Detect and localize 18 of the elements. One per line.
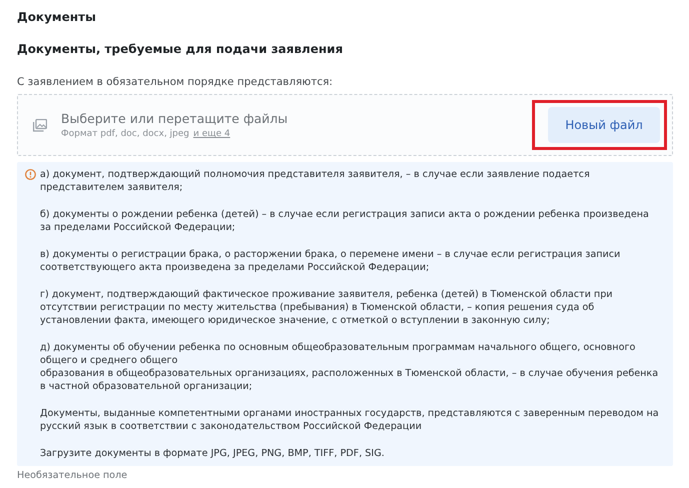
info-paragraph: в) документы о регистрации брака, о расторжении брака, о перемене имени – в случае если регистрация записи соответствующего акта произведена за пределами Российской Федерации;: [40, 248, 622, 274]
group-title: Документы, требуемые для подачи заявления: [17, 42, 344, 56]
warning-icon: [25, 169, 36, 180]
format-hint: Формат pdf, doc, docx, jpeg: [61, 129, 190, 139]
optional-hint: Необязательное поле: [17, 470, 128, 481]
more-formats-link[interactable]: и еще 4: [193, 129, 230, 139]
info-paragraph: б) документы о рождении ребенка (детей) – в случае если регистрация записи акта о рождении ребенка произведена за пределами Российской Федерации;: [40, 208, 650, 234]
section-title: Документы: [17, 10, 97, 24]
info-paragraph: Загрузите документы в формате JPG, JPEG, PNG, BMP, TIFF, PDF, SIG.: [40, 447, 386, 460]
info-paragraph: Документы, выданные компетентными органами иностранных государств, представляются с заверенным переводом на русский язык в соответствии с законодательством Российской Федерации: [40, 407, 660, 433]
images-icon: [33, 118, 47, 132]
info-paragraph: д) документы об обучении ребенка по основным общеобразовательным программам начального общего, основного общего и среднего общего образования в общеобразовательных организациях, расположенных в Тюменской области, – в случае обучения ребенка в частной образовательной организации;: [40, 341, 660, 393]
file-dropzone[interactable]: Выберите или перетащите файлы Формат pdf, doc, docx, jpeg и еще 4 Новый файл: [17, 94, 673, 156]
field-label: С заявлением в обязательном порядке представляются:: [17, 76, 334, 88]
info-paragraph: а) документ, подтверждающий полномочия представителя заявителя, – в случае если заявление подается представителем заявителя;: [40, 168, 591, 194]
info-paragraph: г) документ, подтверждающий фактическое проживание заявителя, ребенка (детей) в Тюменской области при отсутствии регистрации по месту жительства (пребывания) в Тюменской области, – копия решения суда об установлении факта, имеющего юридическое значение, с отметкой о вступлении в законную силу;: [40, 288, 614, 327]
new-file-button[interactable]: Новый файл: [548, 107, 660, 143]
dropzone-prompt: Выберите или перетащите файлы: [61, 111, 289, 126]
